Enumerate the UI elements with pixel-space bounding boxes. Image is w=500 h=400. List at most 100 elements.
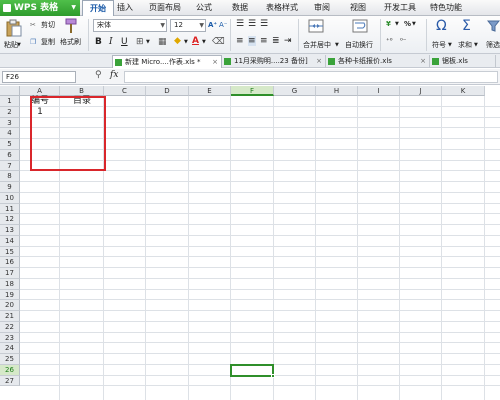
row-header-14[interactable]: 14	[0, 235, 20, 247]
clear-format-icon[interactable]: ⌫	[212, 37, 225, 47]
percent-button[interactable]: %	[404, 19, 411, 29]
font-size-select[interactable]: 12 ▼	[170, 19, 206, 32]
italic-button[interactable]: I	[109, 37, 113, 47]
row-header-25[interactable]: 25	[0, 354, 20, 365]
font-name-select[interactable]: 宋体 ▼	[93, 19, 167, 32]
sum-button[interactable]: 求和	[458, 40, 472, 50]
currency-format-icon[interactable]: ¥	[386, 19, 391, 29]
close-icon[interactable]: ×	[316, 55, 322, 67]
bold-button[interactable]: B	[95, 37, 102, 47]
row-header-9[interactable]: 9	[0, 182, 20, 193]
chevron-down-icon[interactable]: ▼	[202, 37, 206, 47]
format-painter-button[interactable]: 格式刷	[60, 37, 81, 47]
column-header-c[interactable]: C	[104, 86, 146, 96]
align-center-icon[interactable]: ≡	[248, 36, 256, 46]
paste-button-label[interactable]: 粘贴	[4, 40, 18, 50]
wrap-text-button[interactable]: 自动换行	[345, 40, 373, 50]
row-header-4[interactable]: 4	[0, 128, 20, 139]
doc-tab-saw-board[interactable]: 锯板.xls	[430, 55, 496, 68]
align-bottom-icon[interactable]: ☰	[260, 19, 268, 29]
chevron-down-icon[interactable]: ▼	[160, 20, 165, 31]
filter-button[interactable]: 筛选	[486, 40, 500, 50]
chevron-down-icon[interactable]: ▼	[448, 40, 452, 50]
row-header-27[interactable]: 27	[0, 375, 20, 387]
row-header-10[interactable]: 10	[0, 192, 20, 204]
insert-function-icon[interactable]: fx	[110, 70, 118, 80]
fill-handle[interactable]	[271, 373, 275, 378]
column-header-f[interactable]: F	[231, 86, 274, 96]
column-header-b[interactable]: B	[60, 86, 104, 96]
column-header-k[interactable]: K	[442, 86, 485, 96]
app-menu-button[interactable]: WPS 表格 ▼	[0, 0, 80, 16]
row-header-16[interactable]: 16	[0, 257, 20, 268]
chevron-down-icon[interactable]: ▼	[412, 19, 416, 29]
merge-grid-icon[interactable]: ▦	[158, 37, 167, 47]
sigma-sum-icon[interactable]: Σ	[462, 18, 471, 34]
row-header-13[interactable]: 13	[0, 225, 20, 236]
chevron-down-icon[interactable]: ▼	[199, 20, 204, 31]
zoom-search-icon[interactable]: ⚲	[95, 70, 102, 80]
menu-insert[interactable]: 插入	[114, 0, 136, 16]
menu-special[interactable]: 特色功能	[426, 0, 466, 16]
row-header-21[interactable]: 21	[0, 311, 20, 322]
active-cell-selection[interactable]	[230, 363, 275, 378]
doc-tab-purchase[interactable]: 11月采购明....23 备份] ×	[222, 55, 326, 68]
menu-data[interactable]: 数据	[228, 0, 252, 16]
menu-developer[interactable]: 开发工具	[380, 0, 420, 16]
row-header-22[interactable]: 22	[0, 321, 20, 333]
row-header-8[interactable]: 8	[0, 171, 20, 182]
row-header-23[interactable]: 23	[0, 332, 20, 344]
row-header-18[interactable]: 18	[0, 278, 20, 290]
close-icon[interactable]: ×	[212, 56, 218, 68]
menu-home[interactable]: 开始	[82, 0, 114, 17]
chevron-down-icon[interactable]: ▼	[474, 40, 478, 50]
omega-symbol-icon[interactable]: Ω	[436, 18, 447, 34]
row-header-1[interactable]: 1	[0, 96, 20, 107]
align-left-icon[interactable]: ≡	[236, 36, 244, 46]
align-middle-icon[interactable]: ☰	[248, 19, 256, 29]
doc-tab-new-sheet[interactable]: 新建 Micro....作表.xls * ×	[112, 55, 222, 68]
increase-font-icon[interactable]: A⁺	[208, 20, 217, 30]
row-header-26[interactable]: 26	[0, 364, 20, 376]
menu-review[interactable]: 审阅	[310, 0, 334, 16]
select-all-corner[interactable]	[0, 86, 20, 96]
row-header-6[interactable]: 6	[0, 149, 20, 161]
column-header-i[interactable]: I	[358, 86, 400, 96]
row-header-15[interactable]: 15	[0, 246, 20, 258]
filter-funnel-icon[interactable]	[487, 20, 500, 32]
chevron-down-icon[interactable]: ▼	[146, 37, 150, 47]
row-header-12[interactable]: 12	[0, 214, 20, 225]
name-box[interactable]: F26	[2, 71, 76, 83]
spreadsheet-grid[interactable]: A B C D E F G H I J K 1 2 3 4 5 6 7 8 9 10 11 12 13 14 15 16 17 18 19…	[0, 86, 500, 400]
decrease-font-icon[interactable]: A⁻	[219, 20, 227, 30]
menu-view[interactable]: 视图	[346, 0, 370, 16]
column-header-g[interactable]: G	[274, 86, 316, 96]
cut-button[interactable]: 剪切	[41, 20, 55, 30]
menu-table-style[interactable]: 表格样式	[262, 0, 302, 16]
align-right-icon[interactable]: ≡	[260, 36, 268, 46]
row-header-24[interactable]: 24	[0, 343, 20, 354]
paste-icon[interactable]	[6, 19, 22, 37]
doc-tab-cardstock-prices[interactable]: 各种卡纸报价.xls ×	[326, 55, 430, 68]
format-painter-icon[interactable]	[64, 18, 78, 34]
justify-icon[interactable]: ≣	[272, 36, 280, 46]
column-header-h[interactable]: H	[316, 86, 358, 96]
row-header-20[interactable]: 20	[0, 300, 20, 311]
column-header-d[interactable]: D	[146, 86, 189, 96]
scissors-icon[interactable]: ✂	[30, 20, 36, 30]
chevron-down-icon[interactable]: ▼	[17, 40, 21, 50]
column-header-j[interactable]: J	[400, 86, 442, 96]
column-header-a[interactable]: A	[20, 86, 60, 96]
row-header-7[interactable]: 7	[0, 160, 20, 172]
wrap-text-icon[interactable]	[352, 19, 368, 33]
column-header-e[interactable]: E	[189, 86, 231, 96]
symbol-button[interactable]: 符号	[432, 40, 446, 50]
copy-icon[interactable]: ❐	[30, 37, 36, 47]
formula-input[interactable]	[124, 71, 498, 83]
row-header-5[interactable]: 5	[0, 139, 20, 150]
underline-button[interactable]: U	[121, 37, 128, 47]
border-icon[interactable]: ⊞	[136, 37, 144, 47]
chevron-down-icon[interactable]: ▼	[184, 37, 188, 47]
fill-color-icon[interactable]: ◆	[174, 36, 181, 46]
row-header-17[interactable]: 17	[0, 268, 20, 279]
